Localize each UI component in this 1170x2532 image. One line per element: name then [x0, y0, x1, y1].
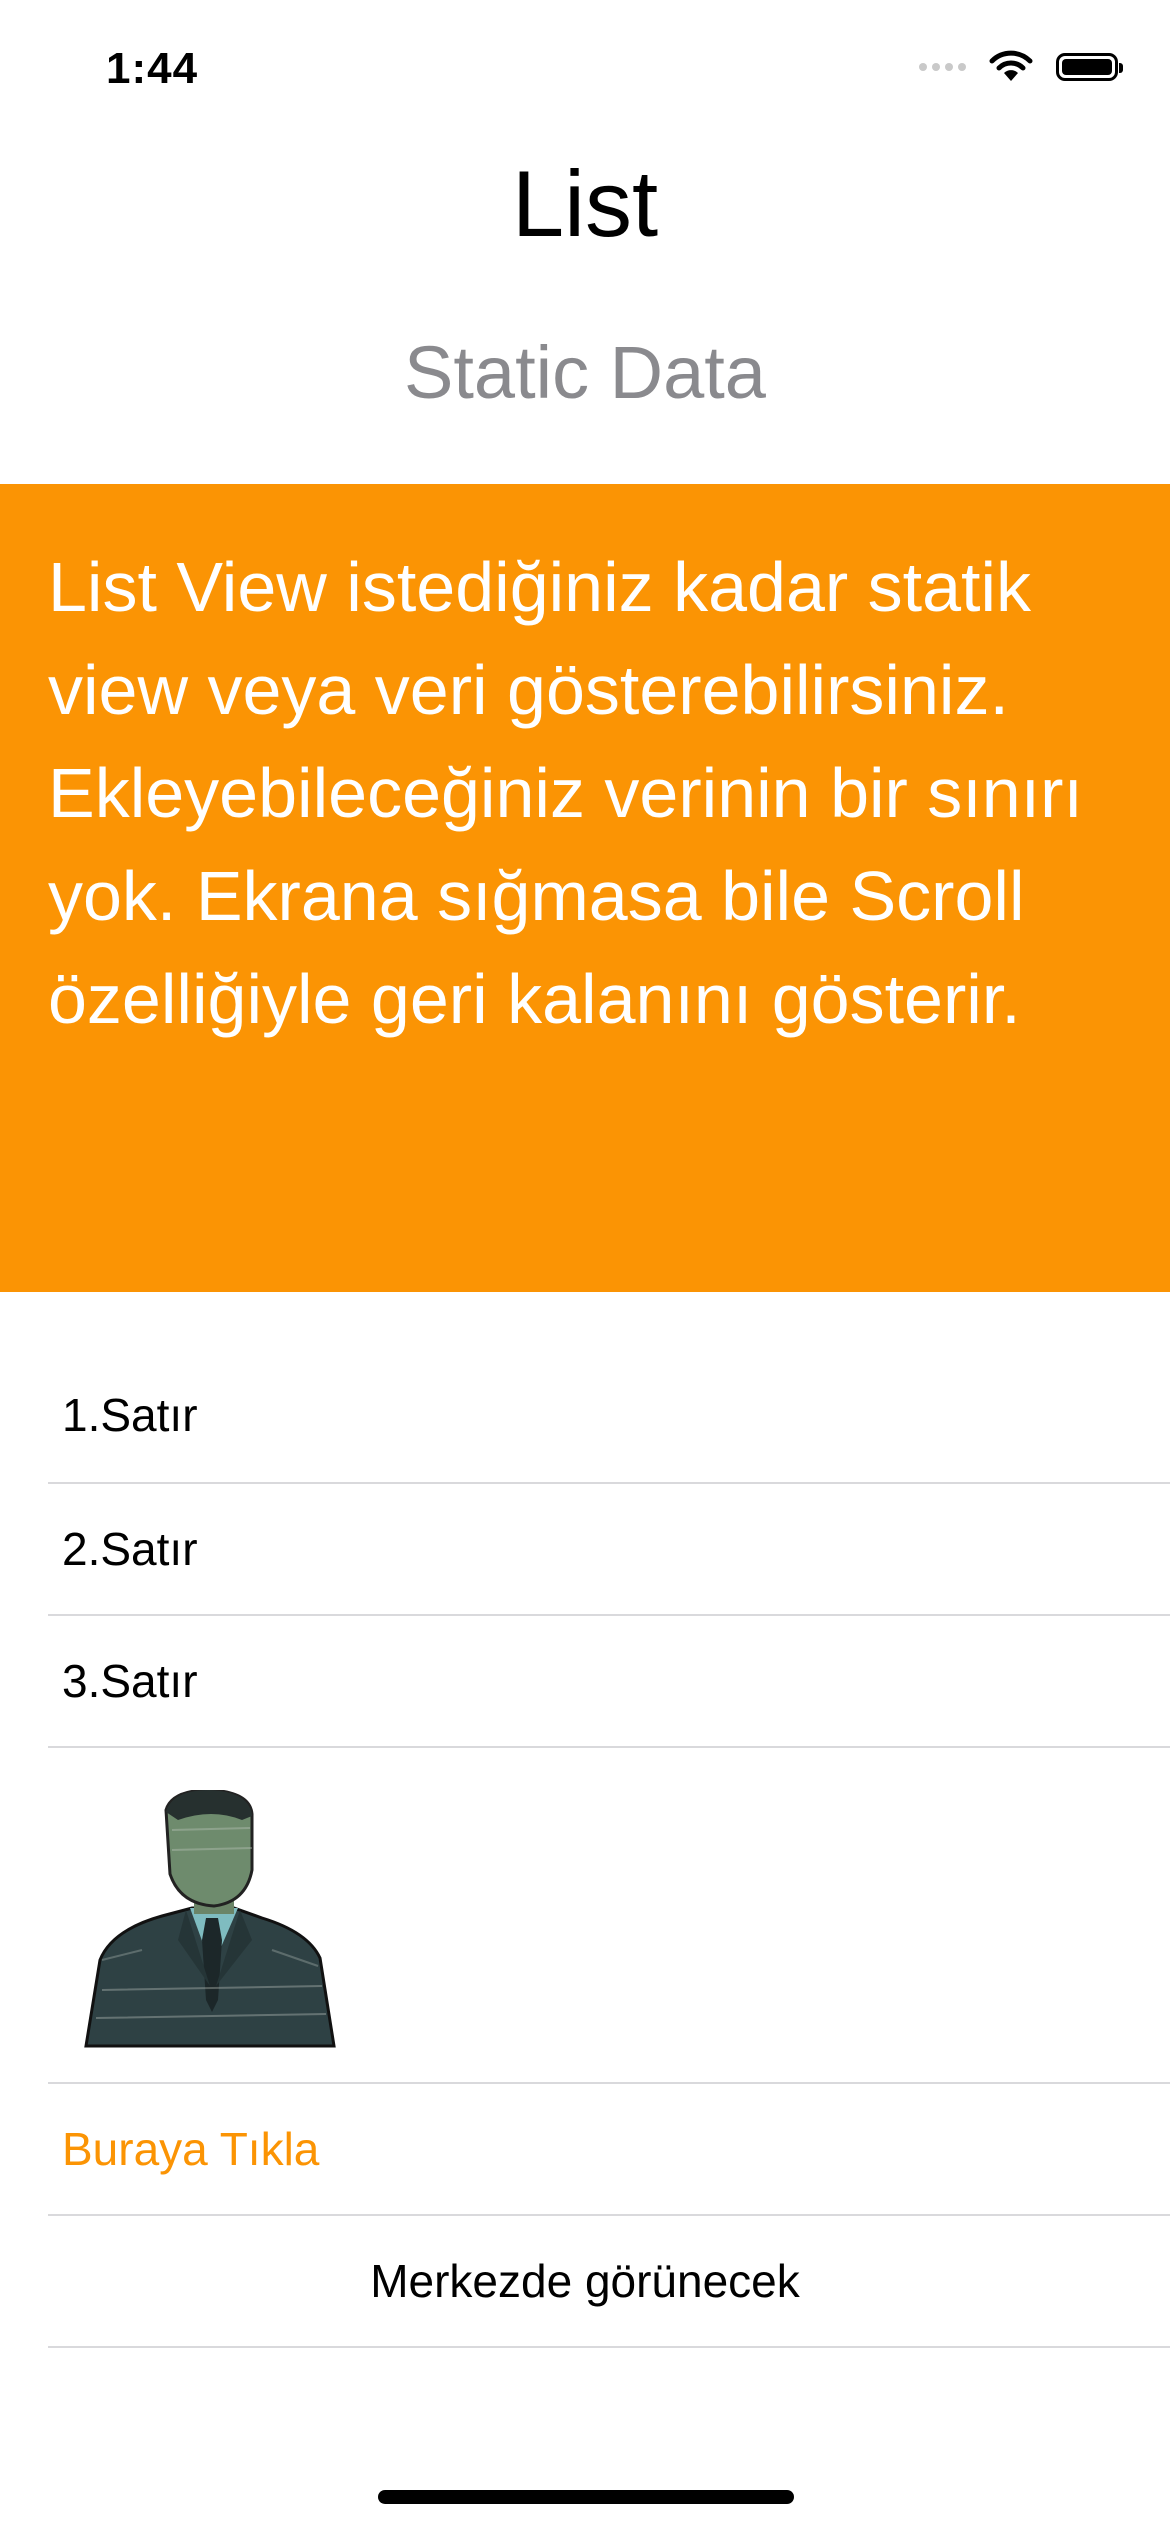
man-in-suit-portrait [84, 1790, 336, 2048]
centered-label: Merkezde görünecek [370, 2255, 800, 2307]
tap-here-row[interactable]: Buraya Tıkla [48, 2084, 1170, 2216]
list-item-centered[interactable]: Merkezde görünecek [48, 2216, 1170, 2348]
status-time: 1:44 [106, 44, 199, 93]
info-banner: List View istediğiniz kadar statik view … [0, 484, 1170, 1292]
cellular-signal-icon [919, 63, 966, 71]
list-item-label: 3.Satır [62, 1655, 198, 1707]
banner-text: List View istediğiniz kadar statik view … [48, 548, 1083, 1038]
list-item[interactable]: 1.Satır [48, 1292, 1170, 1484]
list-item-label: 1.Satır [62, 1389, 198, 1441]
list-item-image-row[interactable] [48, 1748, 1170, 2084]
status-icons [919, 50, 1123, 84]
wifi-icon [989, 50, 1033, 81]
home-indicator[interactable] [378, 2490, 794, 2504]
status-bar: 1:44 [0, 0, 1170, 150]
static-list: 1.Satır 2.Satır 3.Satır Buraya Tıkla Mer… [0, 1292, 1170, 2348]
battery-icon [1056, 53, 1123, 81]
list-item-label: 2.Satır [62, 1523, 198, 1575]
list-item[interactable]: 2.Satır [48, 1484, 1170, 1616]
page-title: List [511, 151, 659, 256]
tap-here-link[interactable]: Buraya Tıkla [62, 2122, 319, 2176]
page-subtitle: Static Data [404, 331, 766, 414]
list-item[interactable]: 3.Satır [48, 1616, 1170, 1748]
